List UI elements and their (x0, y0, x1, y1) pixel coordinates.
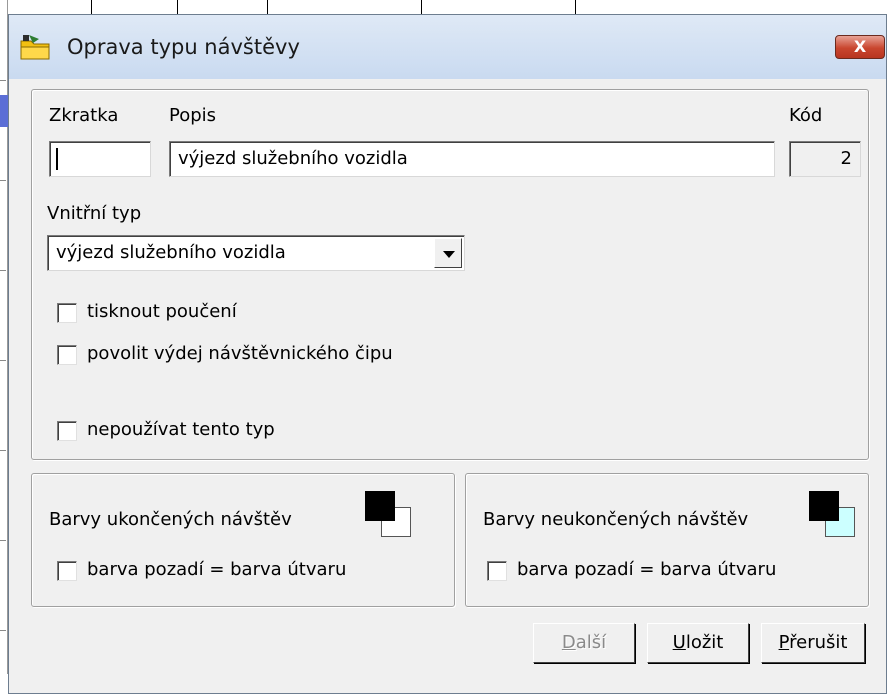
bg-row-tick (0, 540, 6, 541)
ukoncene-checkbox-label: barva pozadí = barva útvaru (87, 559, 347, 580)
dalsi-accel: D (561, 632, 576, 653)
neukoncene-checkbox-label: barva pozadí = barva útvaru (517, 559, 777, 580)
vnitrni-typ-select[interactable]: výjezd služebního vozidla (47, 235, 465, 271)
text-caret (56, 148, 58, 170)
zkratka-input[interactable] (49, 141, 151, 177)
neukoncene-color-swatch[interactable] (809, 491, 859, 541)
tisknout-label: tisknout poučení (87, 301, 237, 322)
vnitrni-typ-label: Vnitřní typ (47, 203, 142, 224)
kod-value: 2 (840, 148, 852, 169)
neukoncene-fg-color (809, 491, 839, 521)
ukoncene-checkbox[interactable] (57, 561, 77, 581)
vnitrni-typ-value: výjezd služebního vozidla (56, 242, 286, 263)
zkratka-label: Zkratka (49, 105, 119, 126)
tisknout-checkbox[interactable] (57, 303, 77, 323)
bg-row-tick (0, 80, 6, 81)
popis-value: výjezd služebního vozidla (178, 148, 408, 169)
kod-field: 2 (789, 141, 861, 177)
title-bar[interactable]: Oprava typu návštěvy X (9, 15, 886, 79)
nepouzivat-label: nepoužívat tento typ (87, 419, 275, 440)
dalsi-rest: alší (575, 632, 607, 653)
ulozit-button[interactable]: Uložit (647, 623, 749, 663)
prerusit-button[interactable]: Přerušit (761, 623, 865, 663)
chevron-down-icon[interactable] (434, 238, 462, 268)
povolit-checkbox[interactable] (57, 345, 77, 365)
kod-label: Kód (789, 105, 823, 126)
bg-row-tick (0, 270, 6, 271)
popis-label: Popis (169, 105, 217, 126)
prerusit-accel: P (778, 632, 790, 653)
bg-row-tick (0, 630, 6, 631)
ukoncene-fg-color (365, 491, 395, 521)
bg-row-tick (0, 360, 6, 361)
close-button[interactable]: X (835, 35, 885, 59)
dialog-title: Oprava typu návštěvy (67, 35, 300, 59)
neukoncene-label: Barvy neukončených návštěv (483, 509, 749, 530)
bg-row-tick (0, 180, 6, 181)
popis-input[interactable]: výjezd služebního vozidla (169, 141, 775, 177)
background-selected-row (0, 95, 8, 127)
ulozit-rest: ložit (685, 632, 724, 653)
ulozit-accel: U (672, 632, 686, 653)
dalsi-button[interactable]: Další (533, 623, 635, 663)
povolit-label: povolit výdej návštěvnického čipu (87, 343, 393, 364)
ukoncene-label: Barvy ukončených návštěv (49, 509, 292, 530)
dialog-window: Oprava typu návštěvy X Zkratka Popis Kód… (8, 14, 887, 694)
prerusit-rest: řerušit (789, 632, 848, 653)
neukoncene-checkbox[interactable] (487, 561, 507, 581)
app-folder-icon (20, 35, 50, 60)
nepouzivat-checkbox[interactable] (57, 421, 77, 441)
ukoncene-color-swatch[interactable] (365, 491, 415, 541)
bg-row-tick (0, 450, 6, 451)
